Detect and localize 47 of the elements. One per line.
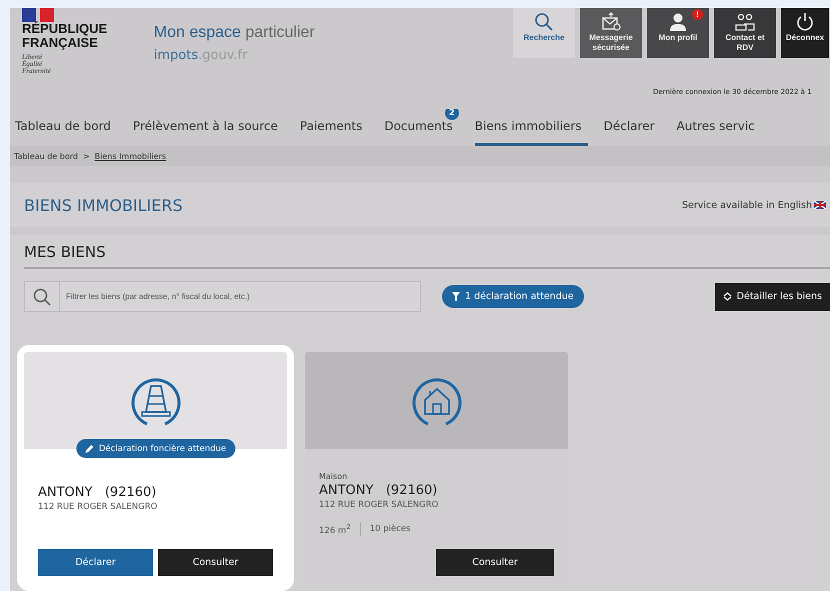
card-button[interactable]: Consulter	[436, 549, 554, 576]
filter-chip[interactable]: 1 déclaration attendue	[442, 285, 584, 308]
logo-text: RÉPUBLIQUE FRANÇAISE	[22, 22, 108, 50]
property-type: Maison	[319, 472, 348, 481]
section-title: MES BIENS	[24, 243, 830, 269]
status-badge: Déclaration foncière attendue	[76, 439, 236, 458]
nav-tab[interactable]: Paiements	[300, 108, 368, 146]
card-button[interactable]: Consulter	[158, 549, 273, 576]
search-icon	[33, 288, 51, 306]
breadcrumb-link[interactable]: Biens Immobiliers	[94, 152, 166, 161]
search-field[interactable]: Filtrer les biens (par adresse, n° fiscal du local, etc.)	[60, 282, 420, 311]
detail-button[interactable]: Détailler les biens	[714, 282, 830, 310]
nav-tab[interactable]: Autres servic	[676, 108, 761, 146]
uk-flag-icon	[814, 201, 826, 209]
nav-tab[interactable]: Tableau de bord	[15, 108, 117, 146]
property-city: ANTONY (92160)	[319, 483, 438, 498]
power-icon	[795, 12, 815, 32]
property-address: 112 RUE ROGER SALENGRO	[38, 502, 158, 512]
mail-button[interactable]: Messagerie sécurisée	[580, 8, 642, 58]
people-icon	[735, 12, 755, 32]
contact-button[interactable]: Contact et RDV	[714, 8, 776, 58]
search-box[interactable]: Filtrer les biens (par adresse, n° fiscal du local, etc.)	[24, 281, 421, 312]
flag-icon	[22, 8, 54, 22]
pencil-icon	[84, 444, 94, 453]
count-badge: 2	[444, 108, 459, 120]
alert-badge: !	[692, 9, 703, 20]
funnel-icon	[452, 292, 460, 301]
envelope-icon	[601, 12, 621, 32]
property-address: 112 RUE ROGER SALENGRO	[319, 500, 440, 510]
property-city: ANTONY (92160)	[38, 485, 158, 500]
profile-button[interactable]: Mon profil !	[647, 8, 709, 58]
page-title: BIENS IMMOBILIERS	[24, 196, 183, 214]
search-button[interactable]: Recherche	[513, 8, 575, 58]
nav-tab[interactable]: Documents 2	[384, 108, 459, 146]
nav-tab[interactable]: Déclarer	[604, 108, 661, 146]
property-area: 126 m$^{2}$	[319, 522, 351, 536]
person-icon	[668, 12, 688, 32]
breadcrumb-separator: >	[82, 152, 90, 161]
expand-icon	[722, 292, 732, 301]
site-title: Mon espace particulier	[154, 24, 316, 42]
language-link[interactable]: Service available in English	[682, 200, 826, 210]
logout-button[interactable]: Déconnex	[781, 8, 829, 58]
search-icon	[534, 12, 554, 32]
property-rooms: 10 pièces	[370, 524, 411, 534]
breadcrumb-link[interactable]: Tableau de bord	[14, 152, 78, 161]
card-button[interactable]: Déclarer	[38, 549, 153, 576]
nav-tab[interactable]: Prélèvement à la source	[132, 108, 284, 146]
